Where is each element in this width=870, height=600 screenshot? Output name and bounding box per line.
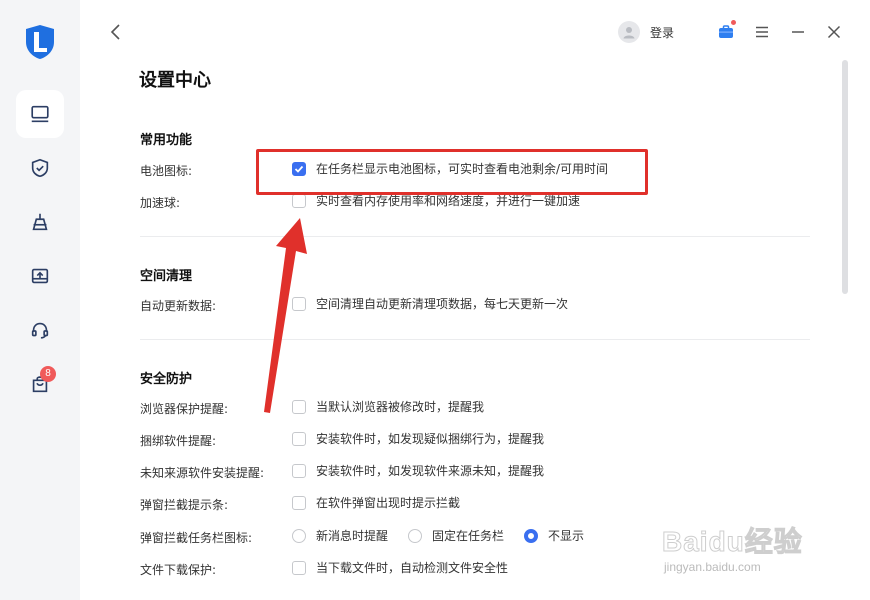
nav-item-cleanup[interactable]	[16, 198, 64, 246]
option-text: 当默认浏览器被修改时，提醒我	[316, 400, 485, 414]
setting-label: 文件下载保护:	[140, 563, 217, 577]
download-protect-checkbox[interactable]: 当下载文件时，自动检测文件安全性	[292, 559, 508, 576]
watermark: Baidu经验 jingyan.baidu.com	[662, 520, 832, 580]
hamburger-menu-icon	[756, 26, 768, 38]
option-text: 空间清理自动更新清理项数据，每七天更新一次	[316, 297, 569, 311]
watermark-main: Baidu经验	[662, 526, 803, 558]
checkbox[interactable]	[292, 431, 306, 446]
upload-box-icon	[31, 268, 49, 284]
setting-label: 弹窗拦截提示条:	[140, 498, 229, 512]
broom-icon	[32, 213, 48, 231]
option-text: 在软件弹窗出现时提示拦截	[316, 496, 461, 510]
autoupdate-checkbox[interactable]: 空间清理自动更新清理项数据，每七天更新一次	[292, 295, 568, 312]
bundle-alert-checkbox[interactable]: 安装软件时，如发现疑似捆绑行为，提醒我	[292, 430, 544, 447]
section-title-cleanup: 空间清理	[140, 269, 193, 284]
menu-button[interactable]	[752, 22, 772, 42]
checkbox[interactable]	[292, 495, 306, 510]
setting-label: 浏览器保护提醒:	[140, 402, 229, 416]
section-divider	[140, 236, 810, 237]
setting-label: 捆绑软件提醒:	[140, 434, 217, 448]
setting-label: 电池图标:	[140, 164, 193, 178]
setting-label: 未知来源软件安装提醒:	[140, 466, 265, 480]
app-logo-icon	[26, 25, 54, 59]
briefcase-icon	[719, 25, 733, 38]
setting-label: 加速球:	[140, 196, 181, 210]
nav-item-software[interactable]	[16, 252, 64, 300]
radio[interactable]	[292, 528, 306, 543]
option-text: 在任务栏显示电池图标，可实时查看电池剩余/可用时间	[316, 162, 609, 176]
headset-icon	[31, 322, 49, 339]
browser-protect-checkbox[interactable]: 当默认浏览器被修改时，提醒我	[292, 398, 484, 415]
user-login[interactable]: 登录	[618, 21, 674, 43]
radio-hide[interactable]: 不显示	[524, 527, 584, 544]
close-button[interactable]	[824, 22, 844, 42]
popup-bar-checkbox[interactable]: 在软件弹窗出现时提示拦截	[292, 494, 460, 511]
check-icon	[294, 165, 304, 173]
checkbox[interactable]	[292, 560, 306, 575]
minimize-button[interactable]	[788, 22, 808, 42]
login-link: 登录	[650, 25, 675, 40]
section-divider	[140, 339, 810, 340]
checkbox-checked[interactable]	[292, 161, 306, 176]
radio-new-message[interactable]: 新消息时提醒	[292, 527, 388, 544]
option-text: 安装软件时，如发现疑似捆绑行为，提醒我	[316, 432, 545, 446]
monitor-icon	[31, 105, 49, 123]
watermark-sub: jingyan.baidu.com	[664, 560, 761, 574]
sidebar: 8	[0, 0, 80, 600]
avatar	[618, 21, 640, 43]
nav-item-protection[interactable]	[16, 144, 64, 192]
unknown-source-checkbox[interactable]: 安装软件时，如发现软件来源未知，提醒我	[292, 462, 544, 479]
page-title: 设置中心	[139, 70, 211, 91]
checkbox[interactable]	[292, 296, 306, 311]
back-arrow-icon[interactable]	[106, 22, 126, 42]
section-title-security: 安全防护	[140, 372, 193, 387]
notification-dot	[731, 20, 736, 25]
radio-pin-taskbar[interactable]: 固定在任务栏	[408, 527, 504, 544]
section-title-common: 常用功能	[140, 133, 193, 148]
checkbox[interactable]	[292, 463, 306, 478]
toolbox-button[interactable]	[716, 20, 736, 42]
battery-icon-checkbox[interactable]: 在任务栏显示电池图标，可实时查看电池剩余/可用时间	[292, 160, 608, 177]
speedball-checkbox[interactable]: 实时查看内存使用率和网络速度，并进行一键加速	[292, 192, 580, 209]
scrollbar[interactable]	[842, 60, 848, 590]
option-text: 当下载文件时，自动检测文件安全性	[316, 561, 509, 575]
option-text: 实时查看内存使用率和网络速度，并进行一键加速	[316, 194, 581, 208]
checkbox[interactable]	[292, 399, 306, 414]
nav-item-computer[interactable]	[16, 90, 64, 138]
close-icon	[827, 25, 841, 39]
nav-item-store[interactable]: 8	[16, 360, 64, 408]
setting-label: 自动更新数据:	[140, 299, 217, 313]
minimize-icon	[792, 31, 804, 33]
nav-item-service[interactable]	[16, 306, 64, 354]
user-icon	[623, 27, 635, 39]
option-text: 新消息时提醒	[316, 529, 389, 543]
option-text: 固定在任务栏	[432, 529, 505, 543]
notification-badge: 8	[40, 366, 56, 382]
checkbox[interactable]	[292, 193, 306, 208]
setting-label: 弹窗拦截任务栏图标:	[140, 531, 253, 545]
radio[interactable]	[408, 528, 422, 543]
shield-check-icon	[31, 158, 49, 178]
radio-checked[interactable]	[524, 528, 538, 543]
option-text: 安装软件时，如发现软件来源未知，提醒我	[316, 464, 545, 478]
scrollbar-thumb[interactable]	[842, 60, 848, 294]
option-text: 不显示	[548, 529, 585, 543]
